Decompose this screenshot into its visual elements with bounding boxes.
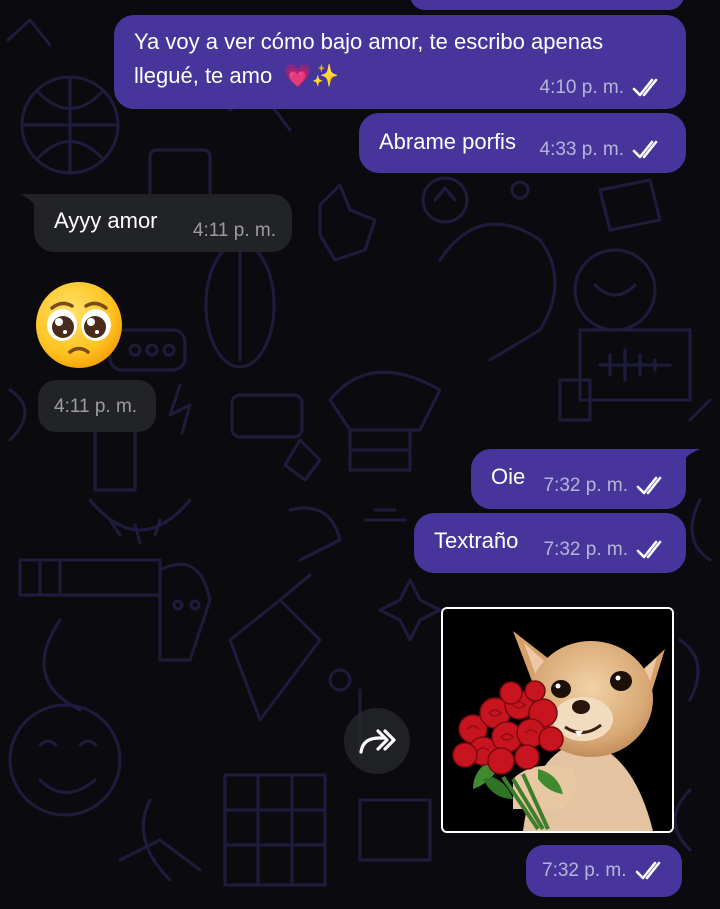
forward-button[interactable] <box>344 708 410 774</box>
chihuahua-with-roses-sticker <box>443 609 672 831</box>
message-time: 4:11 p. m. <box>54 396 138 417</box>
double-check-icon <box>636 476 662 495</box>
message-meta: 7:32 p. m. <box>544 475 669 497</box>
pleading-face-emoji <box>36 282 122 368</box>
message-time: 4:33 p. m. <box>539 139 625 160</box>
message-meta: 4:33 p. m. <box>540 139 665 161</box>
outgoing-message-bubble[interactable]: Ya voy a ver cómo bajo amor, te escribo … <box>114 15 686 109</box>
sticker-time-bubble[interactable]: 7:32 p. m. <box>526 845 682 897</box>
forward-arrow-icon <box>359 729 396 754</box>
double-check-icon <box>632 140 658 159</box>
message-text: Oie <box>491 464 526 489</box>
message-text: Ayyy amor <box>54 208 158 233</box>
message-text: llegué, te amo <box>134 63 273 88</box>
message-time: 7:32 p. m. <box>543 475 629 496</box>
message-time: 4:11 p. m. <box>192 220 276 241</box>
message-text-line1: Ya voy a ver cómo bajo amor, te escribo … <box>134 29 604 54</box>
sticker-message[interactable] <box>441 607 674 833</box>
message-meta: 4:11 p. m. <box>193 220 276 242</box>
message-meta: 4:10 p. m. <box>540 77 665 99</box>
previous-message-bubble[interactable] <box>410 0 684 10</box>
message-meta: 7:32 p. m. <box>544 539 669 561</box>
heart-sparkles-emoji: 💗✨ <box>284 63 340 88</box>
incoming-time-bubble[interactable]: 4:11 p. m. <box>38 380 156 432</box>
double-check-icon <box>635 861 660 880</box>
outgoing-message-bubble[interactable]: Abrame porfis 4:33 p. m. <box>359 113 686 173</box>
message-text: Abrame porfis <box>379 129 516 154</box>
message-time: 4:10 p. m. <box>539 77 625 98</box>
message-time: 7:32 p. m. <box>543 539 629 560</box>
message-time: 7:32 p. m. <box>542 860 627 881</box>
outgoing-message-bubble[interactable]: Textraño 7:32 p. m. <box>414 513 686 573</box>
message-text-line2: llegué, te amo 💗✨ <box>134 59 339 93</box>
message-text: Textraño <box>434 528 519 553</box>
double-check-icon <box>636 540 662 559</box>
incoming-message-bubble[interactable]: Ayyy amor 4:11 p. m. <box>34 194 292 252</box>
message-meta: 4:11 p. m. <box>54 396 137 418</box>
message-meta: 7:32 p. m. <box>542 860 667 882</box>
outgoing-message-bubble[interactable]: Oie 7:32 p. m. <box>471 449 686 509</box>
double-check-icon <box>632 78 658 97</box>
